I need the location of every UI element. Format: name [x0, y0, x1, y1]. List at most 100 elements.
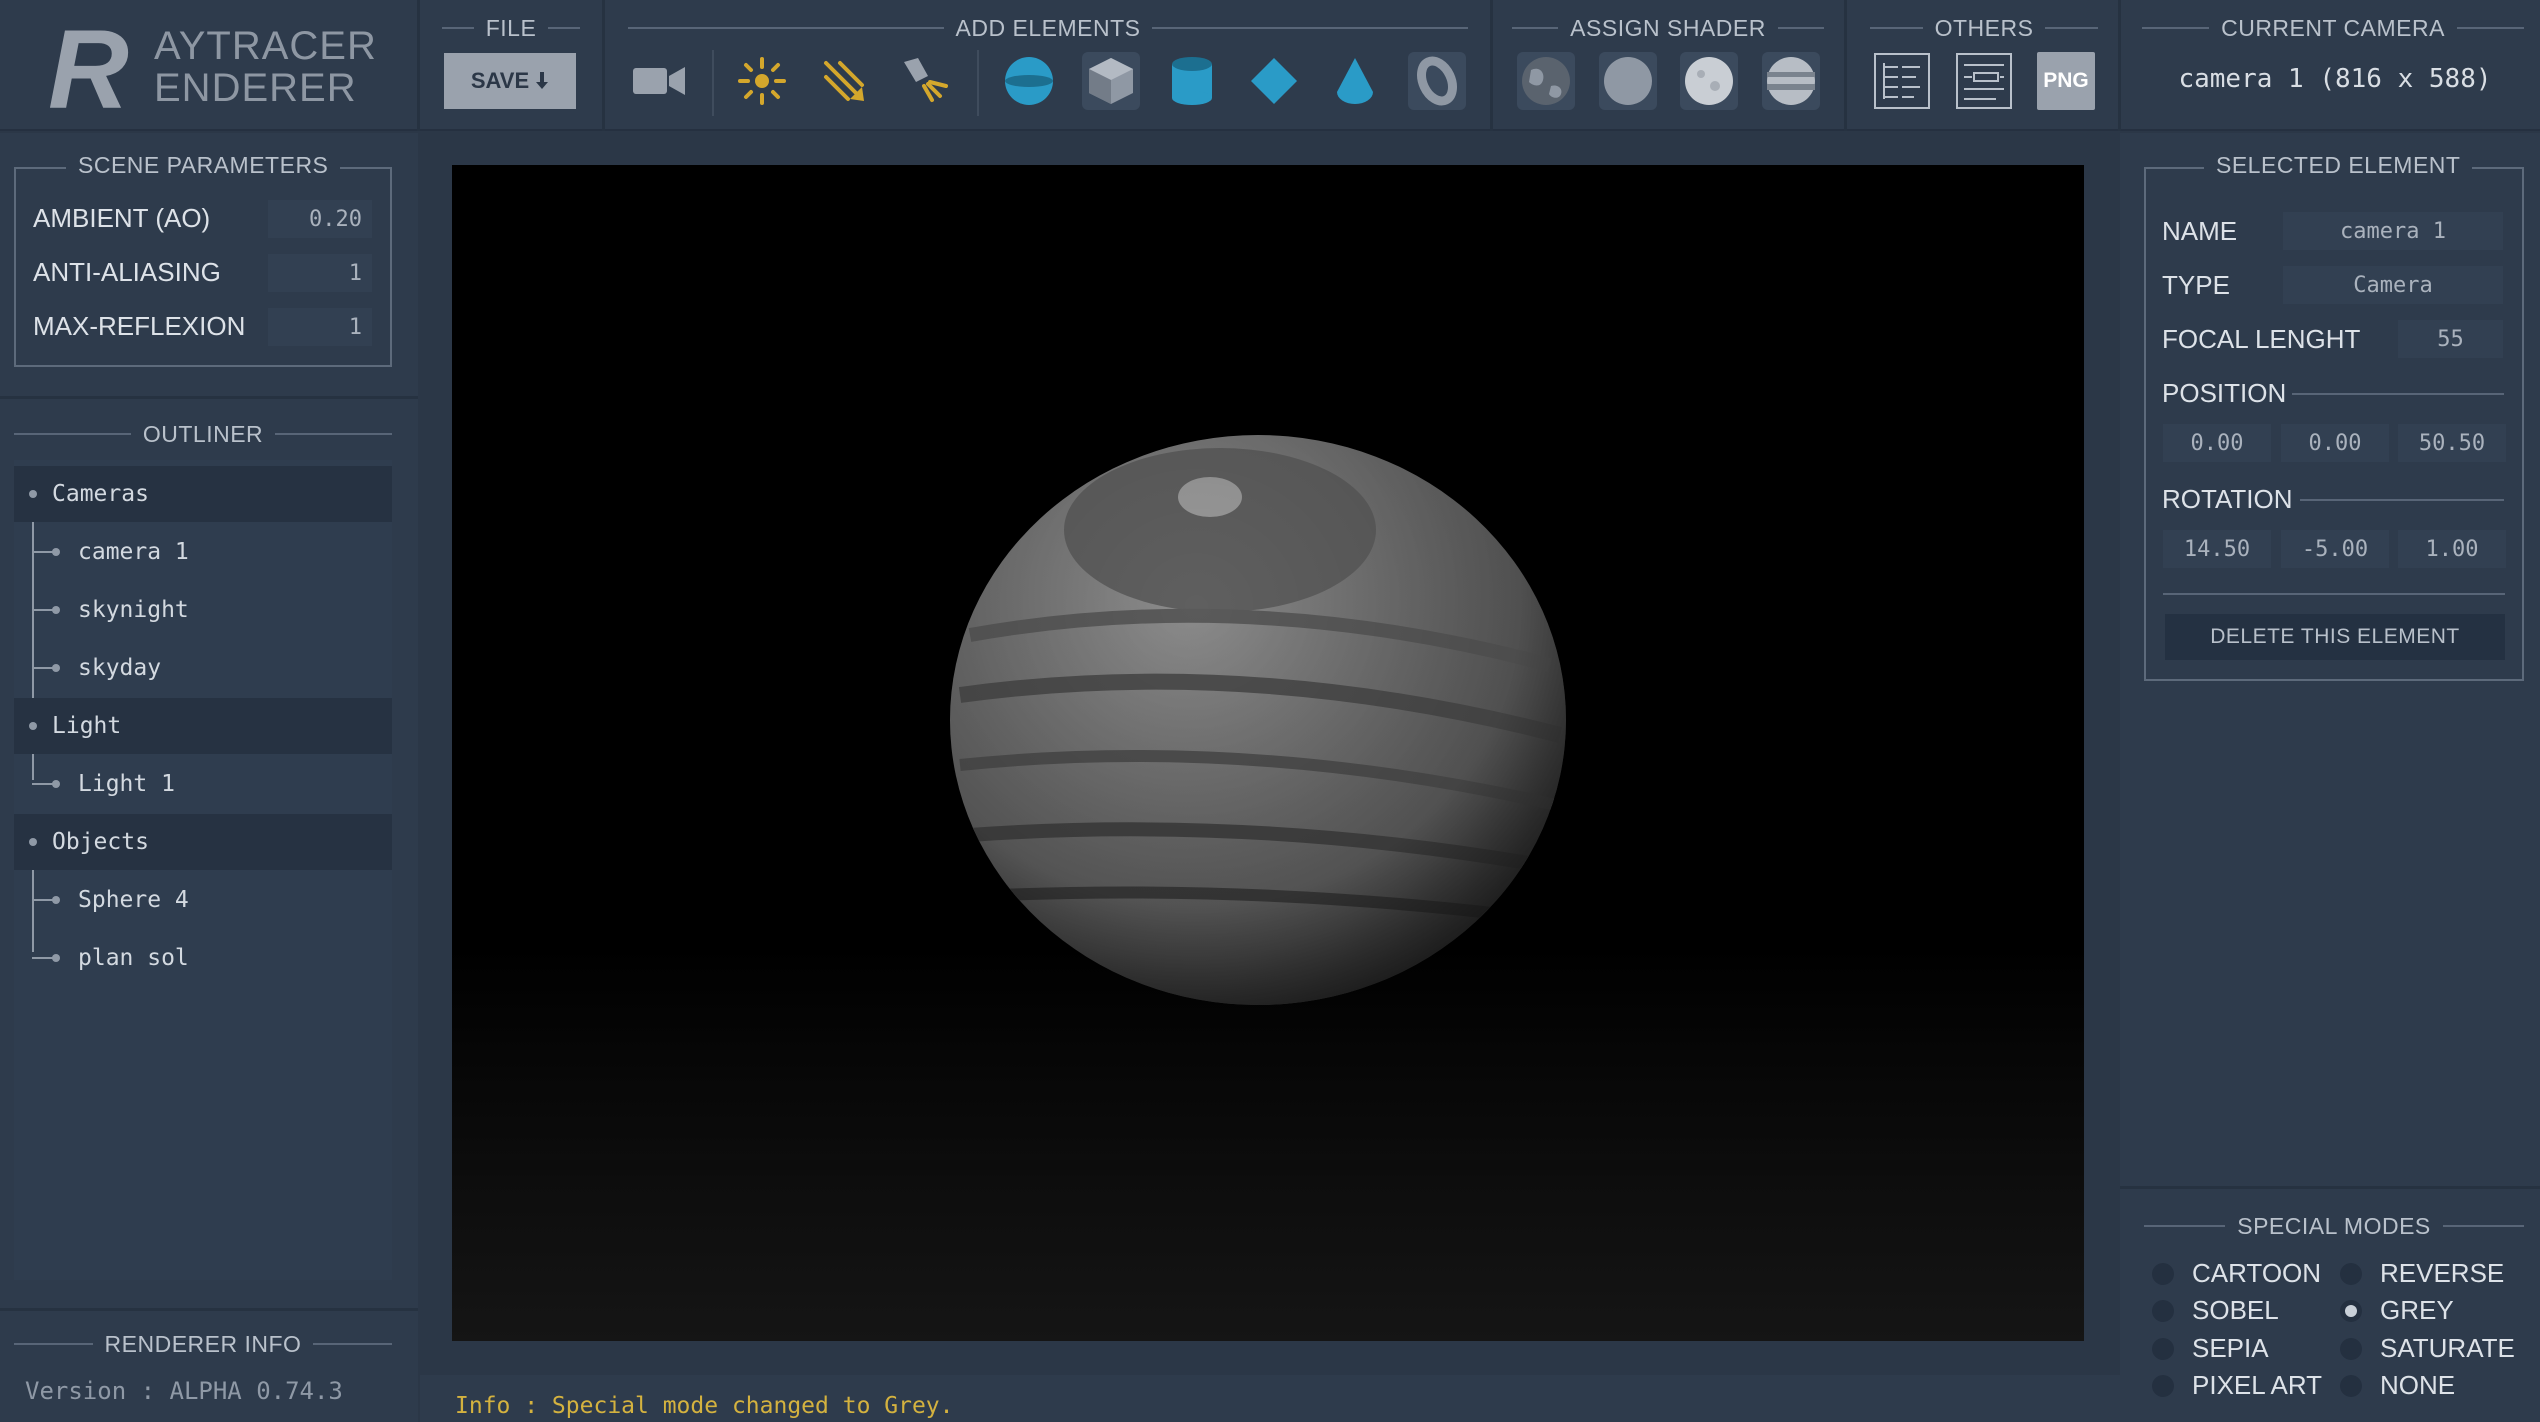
outliner-item-camera-1[interactable]: camera 1 [14, 524, 392, 580]
outliner-group-light[interactable]: Light [14, 698, 392, 754]
mode-sepia-radio[interactable]: SEPIA [2152, 1333, 2269, 1364]
outliner-item-plan-sol[interactable]: plan sol [14, 930, 392, 986]
export-png-button[interactable]: PNG [2037, 52, 2095, 110]
others-section-title: OTHERS [1870, 14, 2098, 42]
shader-moon-button[interactable] [1680, 52, 1738, 110]
mode-label: SOBEL [2192, 1295, 2279, 1325]
file-section-title: FILE [442, 14, 581, 42]
outliner-group-objects[interactable]: Objects [14, 814, 392, 870]
anti-aliasing-label: ANTI-ALIASING [33, 257, 221, 287]
outliner-item-sphere-4[interactable]: Sphere 4 [14, 872, 392, 928]
delete-element-button[interactable]: DELETE THIS ELEMENT [2165, 614, 2505, 660]
outliner-tree: Cameras camera 1 skynight skyday Light L… [14, 460, 392, 1280]
mode-label: PIXEL ART [2192, 1370, 2323, 1400]
tree-line [32, 899, 54, 901]
mode-cartoon-radio[interactable]: CARTOON [2152, 1258, 2321, 1289]
tree-line [32, 609, 54, 611]
outliner-item-skyday[interactable]: skyday [14, 640, 392, 696]
toggle-outliner-button[interactable] [1873, 52, 1931, 110]
ambient-input[interactable] [268, 200, 372, 238]
add-cylinder-button[interactable] [1163, 52, 1221, 110]
sphere-icon [1005, 57, 1053, 105]
mode-reverse-radio[interactable]: REVERSE [2340, 1258, 2504, 1289]
mode-label: SEPIA [2192, 1333, 2269, 1363]
radio-dot [2152, 1262, 2174, 1285]
divider [1844, 0, 1847, 131]
rotation-y-input[interactable] [2281, 530, 2389, 568]
tree-node-dot [52, 780, 60, 788]
add-camera-button[interactable] [630, 52, 688, 110]
mode-sobel-radio[interactable]: SOBEL [2152, 1295, 2279, 1326]
shader-earth-button[interactable] [1517, 52, 1575, 110]
outliner-item-label: skynight [78, 597, 189, 623]
radio-dot [2340, 1374, 2362, 1397]
rotation-z-input[interactable] [2398, 530, 2506, 568]
earth-shader-icon [1522, 57, 1570, 105]
anti-aliasing-input[interactable] [268, 254, 372, 292]
render-viewport[interactable] [452, 165, 2084, 1341]
tree-node-dot [52, 664, 60, 672]
sphere-bands-icon [950, 435, 1566, 1005]
rotation-x-input[interactable] [2163, 530, 2271, 568]
add-directional-light-button[interactable] [815, 52, 873, 110]
directional-light-icon [824, 61, 864, 101]
tree-line [32, 783, 54, 785]
outliner-item-label: skyday [78, 655, 162, 681]
logo-line-1: AYTRACER [154, 24, 377, 68]
divider [2163, 593, 2505, 595]
focal-length-input[interactable] [2398, 320, 2503, 358]
add-cube-button[interactable] [1082, 52, 1140, 110]
mode-none-radio[interactable]: NONE [2340, 1370, 2455, 1401]
outliner-item-light-1[interactable]: Light 1 [14, 756, 392, 812]
add-point-light-button[interactable] [733, 52, 791, 110]
save-button[interactable]: SAVE [444, 53, 576, 109]
plain-shader-icon [1604, 57, 1652, 105]
tree-line [32, 551, 54, 553]
tree-node-dot [29, 722, 37, 730]
name-input[interactable] [2283, 212, 2503, 250]
type-field [2283, 266, 2503, 304]
mode-pixel-art-radio[interactable]: PIXEL ART [2152, 1370, 2322, 1401]
add-spot-light-button[interactable] [897, 52, 955, 110]
mode-label: GREY [2380, 1295, 2454, 1325]
special-modes-title: SPECIAL MODES [2144, 1212, 2525, 1240]
renderer-info-title: RENDERER INFO [14, 1330, 392, 1358]
divider [602, 0, 605, 131]
shader-jupiter-button[interactable] [1762, 52, 1820, 110]
mode-grey-radio[interactable]: GREY [2340, 1295, 2454, 1326]
shader-plain-button[interactable] [1599, 52, 1657, 110]
max-reflexion-input[interactable] [268, 308, 372, 346]
rendered-sphere [950, 435, 1566, 1005]
radio-dot [2340, 1337, 2362, 1360]
outliner-item-label: camera 1 [78, 539, 189, 565]
add-torus-button[interactable] [1408, 52, 1466, 110]
focal-length-label: FOCAL LENGHT [2162, 324, 2361, 354]
position-x-input[interactable] [2163, 424, 2271, 462]
toggle-properties-button[interactable] [1955, 52, 2013, 110]
tree-node-dot [52, 896, 60, 904]
position-z-input[interactable] [2398, 424, 2506, 462]
spot-light-icon [904, 58, 948, 102]
add-cone-button[interactable] [1326, 52, 1384, 110]
position-label: POSITION [2162, 378, 2287, 408]
torus-icon [1417, 56, 1457, 106]
mode-label: REVERSE [2380, 1258, 2505, 1288]
ambient-label: AMBIENT (AO) [33, 203, 211, 233]
add-plane-button[interactable] [1245, 52, 1303, 110]
app-logo: R AYTRACER ENDERER [48, 14, 378, 126]
mode-saturate-radio[interactable]: SATURATE [2340, 1333, 2515, 1364]
moon-shader-icon [1685, 57, 1733, 105]
name-label: NAME [2162, 216, 2238, 246]
add-sphere-button[interactable] [1000, 52, 1058, 110]
radio-dot [2340, 1262, 2362, 1285]
add-elements-section-title: ADD ELEMENTS [628, 14, 1468, 42]
save-label: SAVE [470, 68, 530, 93]
outliner-group-label: Light [52, 713, 122, 739]
current-camera-section-title: CURRENT CAMERA [2142, 14, 2525, 42]
outliner-group-cameras[interactable]: Cameras [14, 466, 392, 522]
outliner-item-skynight[interactable]: skynight [14, 582, 392, 638]
tree-node-dot [29, 838, 37, 846]
cylinder-icon [1172, 57, 1212, 105]
cube-icon [1089, 58, 1133, 104]
position-y-input[interactable] [2281, 424, 2389, 462]
